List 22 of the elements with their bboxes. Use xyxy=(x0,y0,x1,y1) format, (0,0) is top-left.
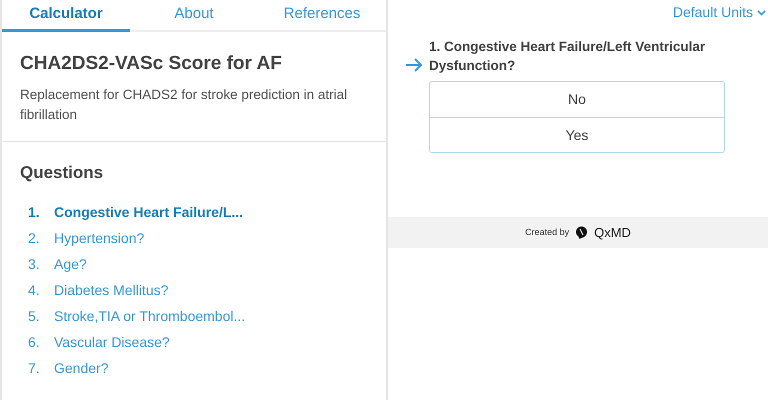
question-link[interactable]: 1. Congestive Heart Failure/L... xyxy=(20,199,368,225)
answer-option[interactable]: No xyxy=(430,82,724,117)
logo-icon xyxy=(575,226,588,239)
question-link[interactable]: 7. Gender? xyxy=(20,355,368,381)
tab[interactable]: Calculator xyxy=(2,0,130,32)
question-link[interactable]: 5. Stroke,TIA or Thromboembol... xyxy=(20,303,368,329)
answer-option[interactable]: Yes xyxy=(430,117,724,152)
arrow-right-icon xyxy=(405,58,423,72)
calculator-description: Replacement for CHADS2 for stroke prediction in atrial fibrillation xyxy=(20,86,348,124)
question-text: 1. Congestive Heart Failure/Left Ventricular Dysfunction? xyxy=(429,38,706,75)
question-link[interactable]: 3. Age? xyxy=(20,251,368,277)
tab[interactable]: References xyxy=(258,0,386,32)
created-by-text: Created by xyxy=(525,226,570,239)
brand-name: QxMD xyxy=(594,224,631,242)
questions-heading: Questions xyxy=(20,162,104,184)
question-link[interactable]: 4. Diabetes Mellitus? xyxy=(20,277,368,303)
tab[interactable]: About xyxy=(130,0,258,32)
chevron-down-icon xyxy=(757,10,766,16)
units-dropdown[interactable]: Default Units xyxy=(672,2,766,23)
calculator-title: CHA2DS2-VASc Score for AF xyxy=(20,52,283,76)
question-link[interactable]: 2. Hypertension? xyxy=(20,225,368,251)
question-link[interactable]: 6. Vascular Disease? xyxy=(20,329,368,355)
